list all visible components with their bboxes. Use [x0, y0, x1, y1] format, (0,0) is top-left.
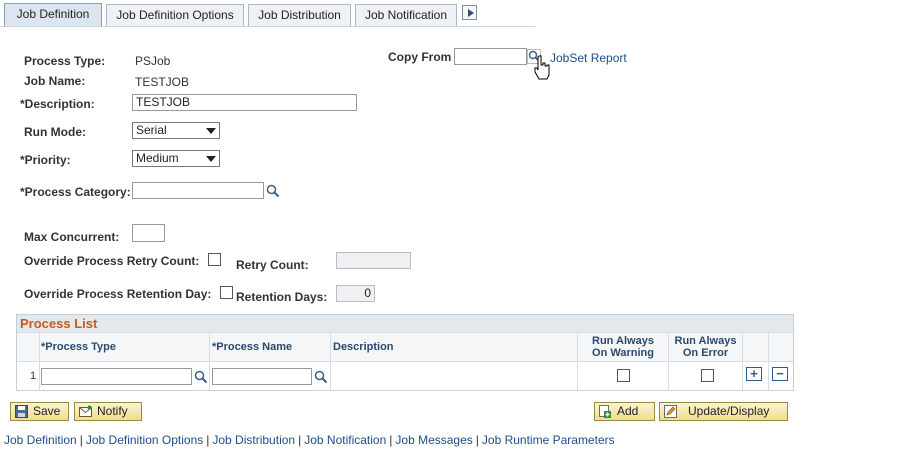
delete-row-button[interactable]: − [772, 367, 788, 381]
link-job-runtime-parameters[interactable]: Job Runtime Parameters [482, 433, 615, 447]
save-button[interactable]: Save [10, 402, 69, 421]
scroll-right-icon[interactable] [462, 5, 477, 20]
priority-label: *Priority: [20, 153, 71, 167]
notify-label: Notify [97, 404, 128, 418]
link-job-distribution[interactable]: Job Distribution [212, 433, 295, 447]
override-retry-label: Override Process Retry Count: [24, 254, 200, 268]
bottom-link-bar: Job Definition | Job Definition Options | Jo… [4, 433, 615, 447]
link-separator: | [298, 433, 302, 447]
process-list-grid: Process List *Process Type *Process Name… [16, 314, 794, 391]
column-header-description[interactable]: Description [333, 341, 394, 353]
jobset-report-link[interactable]: JobSet Report [550, 51, 627, 65]
priority-select[interactable]: Medium [132, 150, 220, 167]
column-divider [330, 332, 331, 391]
run-mode-label: Run Mode: [24, 125, 86, 139]
hand-cursor-icon [534, 55, 550, 80]
max-concurrent-field[interactable] [132, 224, 165, 242]
notify-icon [79, 405, 92, 417]
column-divider [742, 332, 743, 391]
add-row-button[interactable]: + [746, 367, 762, 381]
copy-from-field[interactable] [454, 48, 527, 65]
description-field[interactable]: TESTJOB [132, 94, 357, 111]
run-always-error-checkbox[interactable] [701, 369, 714, 382]
process-type-field[interactable] [41, 368, 192, 385]
add-button[interactable]: Add [594, 402, 655, 421]
process-category-label: *Process Category: [20, 185, 131, 199]
link-separator: | [389, 433, 393, 447]
process-type-value: PSJob [135, 54, 171, 68]
tab-job-definition-options[interactable]: Job Definition Options [106, 4, 244, 26]
retry-count-field [336, 252, 411, 269]
link-job-notification[interactable]: Job Notification [304, 433, 386, 447]
row-number: 1 [30, 370, 37, 382]
job-name-value: TESTJOB [135, 75, 190, 89]
search-icon[interactable] [314, 370, 328, 384]
override-retention-checkbox[interactable] [220, 286, 233, 299]
tab-divider [0, 26, 535, 27]
run-mode-select[interactable]: Serial [132, 122, 220, 139]
column-header-run-always-error[interactable]: Run Always On Error [669, 335, 742, 359]
tab-job-distribution[interactable]: Job Distribution [248, 4, 351, 26]
update-display-button[interactable]: Update/Display [659, 402, 788, 421]
floppy-disk-icon [15, 405, 28, 418]
copy-from-label: Copy From [388, 50, 452, 64]
link-separator: | [206, 433, 210, 447]
pencil-icon [664, 405, 677, 418]
update-display-label: Update/Display [688, 404, 770, 418]
chevron-down-icon [206, 128, 216, 134]
retention-days-field: 0 [336, 285, 375, 302]
search-icon[interactable] [266, 184, 280, 198]
header-line: On Error [682, 347, 729, 359]
add-label: Add [617, 404, 639, 418]
link-job-definition-options[interactable]: Job Definition Options [86, 433, 203, 447]
run-mode-value: Serial [136, 123, 167, 137]
override-retry-checkbox[interactable] [208, 253, 221, 266]
process-category-field[interactable] [132, 182, 264, 199]
link-job-definition[interactable]: Job Definition [4, 433, 77, 447]
column-divider [209, 332, 210, 391]
max-concurrent-label: Max Concurrent: [24, 230, 120, 244]
add-page-icon [599, 405, 611, 418]
header-line: On Warning [592, 347, 654, 359]
retry-count-label: Retry Count: [236, 258, 309, 272]
override-retention-label: Override Process Retention Day: [24, 287, 212, 301]
header-line: Run Always [592, 335, 654, 347]
tab-job-notification[interactable]: Job Notification [355, 4, 457, 26]
column-divider [768, 332, 769, 391]
link-job-messages[interactable]: Job Messages [395, 433, 472, 447]
save-label: Save [33, 404, 61, 418]
column-header-process-name[interactable]: *Process Name [212, 341, 292, 353]
run-always-warning-checkbox[interactable] [617, 369, 630, 382]
tab-job-definition[interactable]: Job Definition [4, 3, 102, 27]
column-header-process-type[interactable]: *Process Type [41, 341, 116, 353]
search-icon[interactable] [194, 370, 208, 384]
process-type-label: Process Type: [24, 54, 106, 68]
process-name-field[interactable] [212, 368, 312, 385]
column-divider [39, 332, 40, 391]
process-list-title: Process List [17, 315, 793, 332]
column-header-run-always-warning[interactable]: Run Always On Warning [578, 335, 668, 359]
priority-value: Medium [136, 151, 179, 165]
description-label: *Description: [20, 97, 95, 111]
retention-days-label: Retention Days: [236, 290, 328, 304]
link-separator: | [475, 433, 479, 447]
link-separator: | [79, 433, 83, 447]
chevron-down-icon [206, 156, 216, 162]
notify-button[interactable]: Notify [74, 402, 142, 421]
job-name-label: Job Name: [24, 74, 86, 88]
header-line: Run Always [674, 335, 737, 347]
